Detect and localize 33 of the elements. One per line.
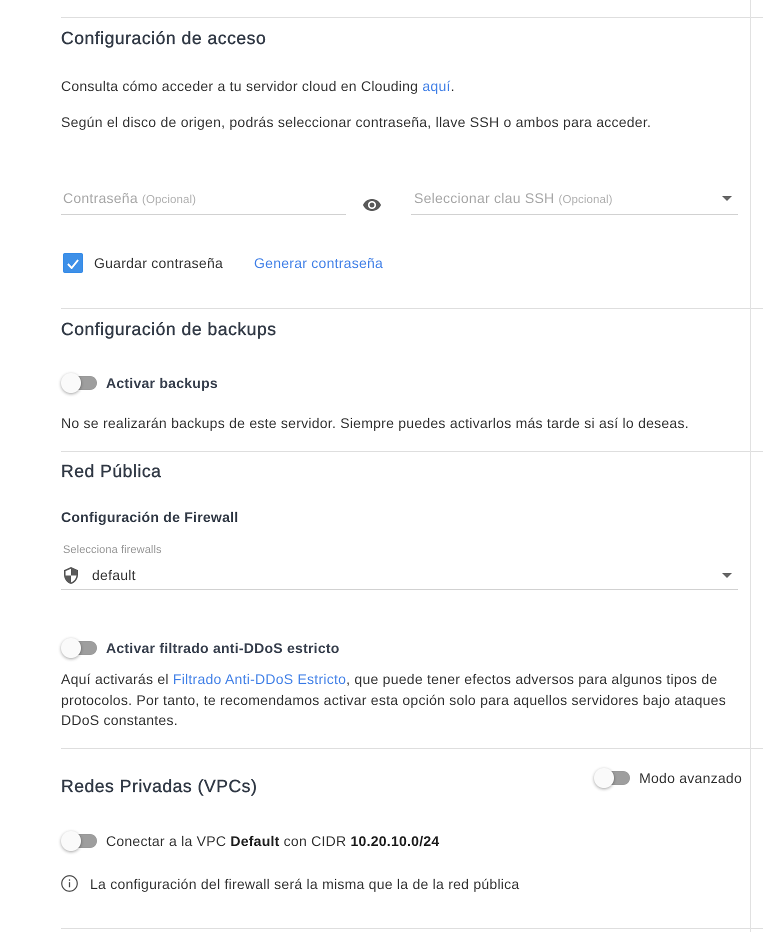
save-password-checkbox[interactable]: [63, 253, 83, 273]
section-heading: Red Pública: [61, 460, 162, 482]
subsection-heading: Configuración de Firewall: [61, 508, 240, 527]
backups-note: No se realizarán backups de este servidor. Siempre puedes activarlos más tarde si así lo deseas.: [61, 414, 690, 433]
password-field[interactable]: Contraseña (Opcional): [61, 182, 346, 215]
shield-icon: [64, 566, 78, 584]
field-label: Selecciona firewalls: [62, 543, 163, 557]
advanced-mode-toggle[interactable]: [594, 768, 630, 788]
section-heading: Configuración de acceso: [61, 27, 268, 49]
help-link[interactable]: aquí: [422, 78, 451, 94]
help-text: Consulta cómo acceder a tu servidor cloud en Clouding aquí.: [61, 77, 456, 96]
check-icon: [67, 259, 79, 269]
section-heading: Configuración de backups: [61, 318, 278, 340]
backups-toggle[interactable]: [61, 373, 97, 393]
anti-ddos-toggle[interactable]: [61, 638, 97, 658]
toggle-label: Modo avanzado: [639, 768, 742, 788]
checkbox-label: Guardar contraseña: [94, 254, 224, 273]
section-heading: Redes Privadas (VPCs): [61, 774, 258, 796]
eye-icon[interactable]: [363, 199, 381, 211]
toggle-label: Activar backups: [106, 374, 218, 393]
anti-ddos-link[interactable]: Filtrado Anti-DDoS Estricto: [172, 671, 346, 687]
anti-ddos-description: Aquí activarás el Filtrado Anti-DDoS Estricto, que puede tener efectos adversos para algunos tipos de protocolos. Por tanto, te recomendamos activar esta opción solo para aquellos servidores bajo ataques DDoS constantes.: [61, 670, 727, 730]
firewall-select[interactable]: default: [61, 561, 738, 590]
toggle-label: Conectar a la VPC Default con CIDR 10.20.10.0/24: [106, 832, 440, 850]
info-text: La configuración del firewall será la misma que la de la red pública: [90, 874, 520, 894]
caret-icon: [722, 196, 732, 201]
toggle-label: Activar filtrado anti-DDoS estricto: [106, 639, 340, 658]
info-icon: [61, 875, 78, 892]
generate-password-link[interactable]: Generar contraseña: [254, 253, 384, 273]
ssh-key-select[interactable]: Seleccionar clau SSH (Opcional): [411, 182, 738, 215]
description-text: Según el disco de origen, podrás seleccionar contraseña, llave SSH o ambos para acceder.: [61, 113, 652, 132]
caret-icon: [722, 572, 732, 578]
vpc-toggle[interactable]: [61, 830, 97, 850]
